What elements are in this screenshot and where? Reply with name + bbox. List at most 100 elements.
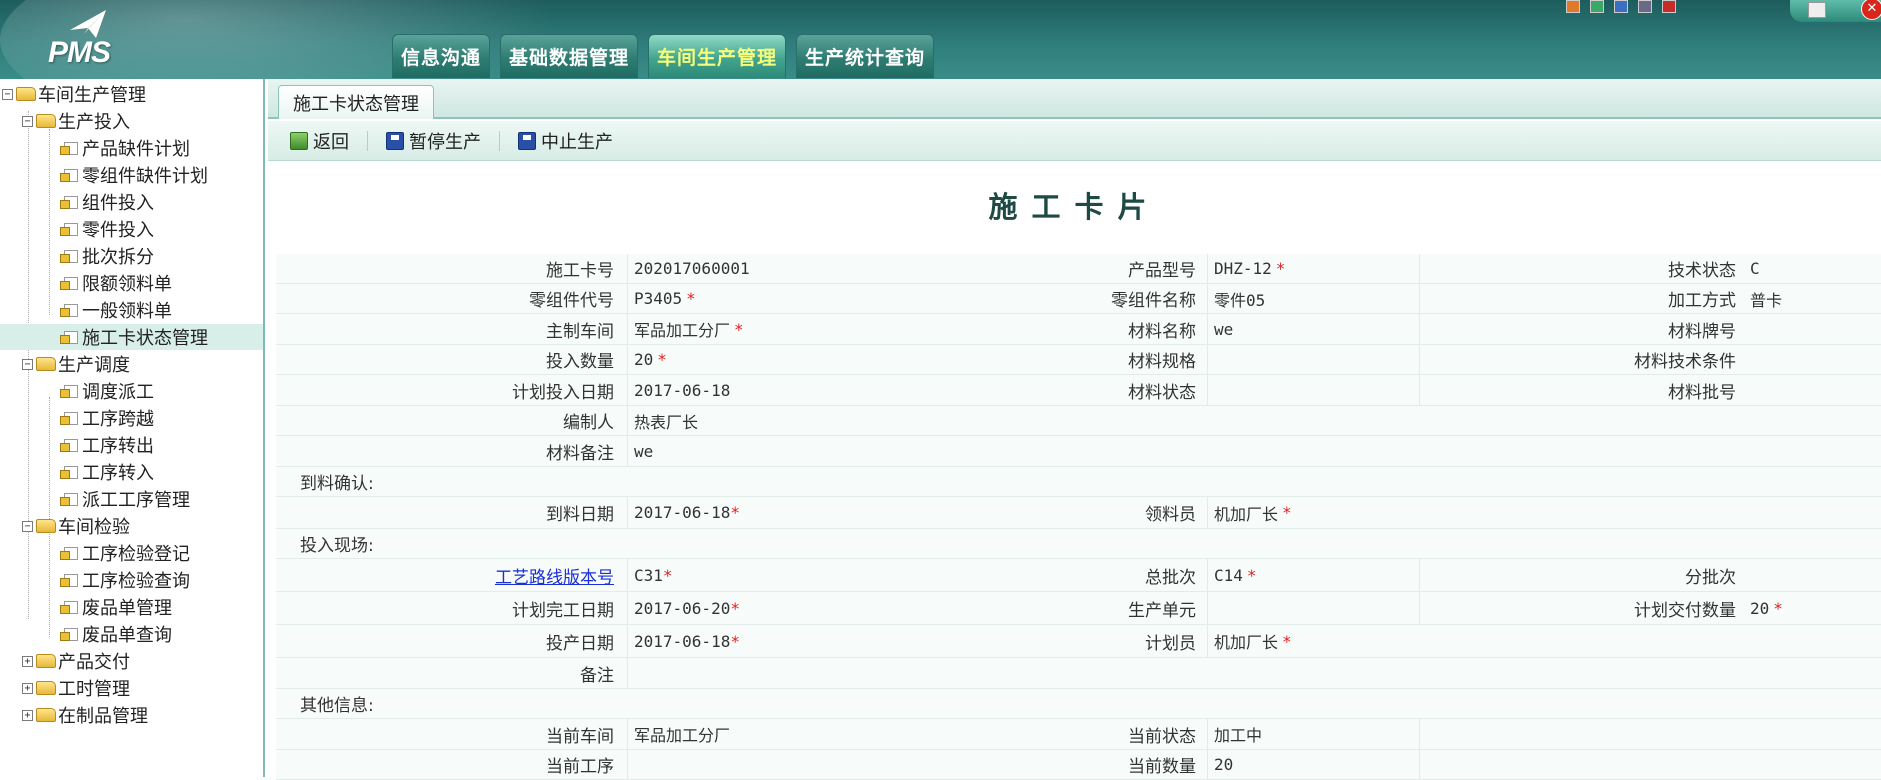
compiler-value: 热表厂长 (634, 412, 699, 432)
expand-icon[interactable]: + (22, 709, 33, 721)
tree-item-batch-split[interactable]: 批次拆分 (60, 243, 154, 269)
page-tabbar: 施工卡状态管理 (268, 79, 1881, 119)
material-note-label: 材料备注 (546, 443, 614, 464)
back-button[interactable]: 返回 (290, 128, 349, 154)
arrival-date-label: 到料日期 (546, 505, 614, 525)
tree-item-scrap-manage[interactable]: 废品单管理 (60, 594, 172, 620)
tab-info[interactable]: 信息沟通 (392, 34, 491, 78)
theme-swatch-blue[interactable] (1614, 0, 1628, 13)
input-qty-value: 20 * (634, 350, 667, 369)
page-icon (60, 490, 80, 508)
collapse-icon[interactable]: − (2, 88, 13, 100)
tab-basic-data[interactable]: 基础数据管理 (500, 34, 639, 78)
planner-label: 计划员 (1145, 633, 1196, 654)
tree-item-part-shortage[interactable]: 零组件缺件计划 (60, 162, 208, 188)
toolbar: 返回 暂停生产 中止生产 (268, 121, 1881, 161)
expand-icon[interactable]: + (22, 682, 33, 694)
page-icon (60, 598, 80, 616)
theme-swatch-gray[interactable] (1638, 0, 1652, 13)
page-icon (60, 301, 80, 319)
tree-group-hours[interactable]: + 工时管理 (22, 675, 130, 701)
tree-group-label: 产品交付 (58, 652, 130, 673)
tree-item-dispatch-process[interactable]: 派工工序管理 (60, 486, 190, 512)
tree-item-process-out[interactable]: 工序转出 (60, 432, 154, 458)
prod-unit-label: 生产单元 (1128, 600, 1196, 621)
tree-root[interactable]: − 车间生产管理 (2, 81, 146, 107)
form-row: 备注 (276, 658, 1881, 689)
plan-finish-date-label: 计划完工日期 (512, 600, 614, 621)
tree-item-dispatch[interactable]: 调度派工 (60, 378, 154, 404)
collapse-icon[interactable]: − (22, 520, 33, 532)
tree-item-label: 施工卡状态管理 (82, 328, 208, 349)
tab-workshop-production[interactable]: 车间生产管理 (648, 34, 787, 78)
tree-item-inspection-register[interactable]: 工序检验登记 (60, 540, 190, 566)
part-name-value: 零件05 (1214, 290, 1266, 310)
form-row: 施工卡号 202017060001 产品型号 DHZ-12 * 技术状态 C (276, 254, 1881, 284)
page-icon (60, 274, 80, 292)
route-version-link[interactable]: 工艺路线版本号 (276, 559, 614, 591)
card-no-label: 施工卡号 (546, 261, 614, 281)
main-workshop-label: 主制车间 (546, 321, 614, 342)
pause-production-button[interactable]: 暂停生产 (386, 128, 481, 154)
stop-production-button[interactable]: 中止生产 (518, 128, 613, 154)
expand-icon[interactable]: + (22, 655, 33, 667)
tree-item-general-requisition[interactable]: 一般领料单 (60, 297, 172, 323)
app-logo: PMS (46, 8, 126, 69)
form-row: 投产日期 2017-06-18 * 计划员 机加厂长 * (276, 625, 1881, 658)
tree-item-part-input[interactable]: 零件投入 (60, 216, 154, 242)
tree-item-assembly-input[interactable]: 组件投入 (60, 189, 154, 215)
tree-root-label: 车间生产管理 (38, 85, 146, 106)
current-process-label: 当前工序 (546, 757, 614, 777)
form-row: 当前车间 军品加工分厂 当前状态 加工中 (276, 719, 1881, 750)
tree-group-inspection[interactable]: − 车间检验 (22, 513, 130, 539)
tree-item-label: 工序跨越 (82, 409, 154, 430)
page-icon (60, 193, 80, 211)
product-model-value: DHZ-12 * (1214, 259, 1286, 278)
folder-icon (16, 87, 36, 101)
tree-item-scrap-query[interactable]: 废品单查询 (60, 621, 172, 647)
tree-item-label: 派工工序管理 (82, 490, 190, 511)
theme-swatch-red[interactable] (1662, 0, 1676, 13)
save-icon (386, 131, 404, 150)
tree-group-delivery[interactable]: + 产品交付 (22, 648, 130, 674)
tree-group-wip[interactable]: + 在制品管理 (22, 702, 148, 728)
tree-item-product-shortage[interactable]: 产品缺件计划 (60, 135, 190, 161)
tree-item-label: 批次拆分 (82, 247, 154, 268)
page-icon (60, 220, 80, 238)
tab-card-status[interactable]: 施工卡状态管理 (278, 85, 434, 119)
tree-group-scheduling[interactable]: − 生产调度 (22, 351, 130, 377)
folder-icon (36, 681, 56, 695)
tree-item-label: 零组件缺件计划 (82, 166, 208, 187)
close-icon[interactable]: ✕ (1861, 0, 1881, 20)
edit-icon[interactable] (1808, 2, 1826, 18)
tree-item-process-in[interactable]: 工序转入 (60, 459, 154, 485)
current-qty-label: 当前数量 (1128, 757, 1196, 777)
tree-item-inspection-query[interactable]: 工序检验查询 (60, 567, 190, 593)
form-row: 材料备注 we (276, 436, 1881, 467)
collapse-icon[interactable]: − (22, 115, 33, 127)
tree-group-production-input[interactable]: − 生产投入 (22, 108, 130, 134)
toolbar-separator (367, 130, 368, 151)
prod-date-label: 投产日期 (546, 633, 614, 654)
current-status-value: 加工中 (1214, 726, 1263, 745)
plan-input-date-label: 计划投入日期 (512, 382, 614, 403)
receiver-value: 机加厂长 * (1214, 503, 1292, 524)
tree-item-quota-requisition[interactable]: 限额领料单 (60, 270, 172, 296)
plan-delivery-qty-label: 计划交付数量 (1634, 600, 1736, 621)
current-workshop-value: 军品加工分厂 (634, 726, 731, 745)
tree-item-process-skip[interactable]: 工序跨越 (60, 405, 154, 431)
material-name-value: we (1214, 319, 1234, 339)
planner-value: 机加厂长 * (1214, 631, 1292, 653)
form-row: 主制车间 军品加工分厂 * 材料名称 we 材料牌号 (276, 314, 1881, 345)
tree-item-card-status[interactable]: 施工卡状态管理 (0, 324, 263, 350)
form-row: 计划完工日期 2017-06-20 * 生产单元 计划交付数量 20 * (276, 592, 1881, 625)
theme-swatch-green[interactable] (1590, 0, 1604, 13)
section-other: 其他信息: (276, 689, 1881, 719)
collapse-icon[interactable]: − (22, 358, 33, 370)
compiler-label: 编制人 (563, 413, 614, 433)
tab-statistics[interactable]: 生产统计查询 (796, 34, 935, 78)
theme-swatch-orange[interactable] (1566, 0, 1580, 13)
prod-date-value: 2017-06-18 * (634, 631, 740, 651)
tree-item-label: 工序转入 (82, 463, 154, 484)
route-version-value: C31 * (634, 565, 673, 585)
